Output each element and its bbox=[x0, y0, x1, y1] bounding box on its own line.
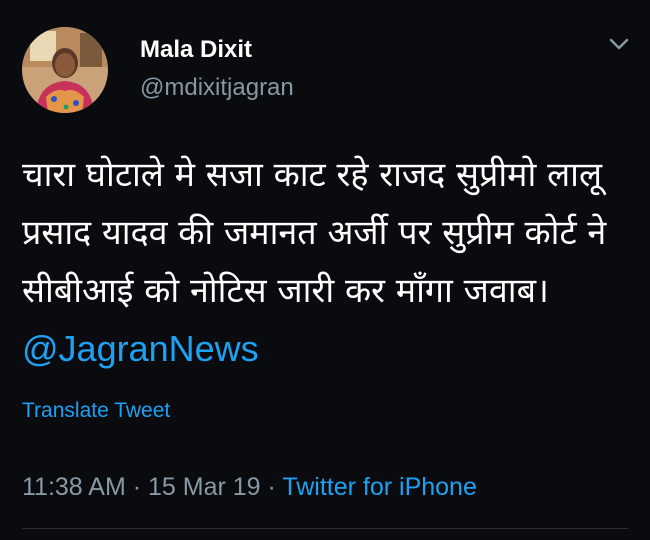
avatar[interactable] bbox=[22, 27, 108, 113]
chevron-down-icon[interactable] bbox=[608, 36, 630, 52]
tweet-card: Mala Dixit @mdixitjagran चारा घोटाले मे … bbox=[0, 0, 650, 540]
tweet-text: चारा घोटाले मे सजा काट रहे राजद सुप्रीमो… bbox=[22, 146, 637, 379]
meta-separator: · bbox=[260, 473, 283, 501]
mention-link[interactable]: @JagranNews bbox=[22, 328, 259, 369]
tweet-time: 11:38 AM bbox=[22, 473, 126, 501]
translate-tweet-link[interactable]: Translate Tweet bbox=[22, 398, 170, 424]
display-name[interactable]: Mala Dixit bbox=[140, 36, 252, 64]
divider bbox=[22, 528, 628, 529]
avatar-image bbox=[22, 27, 108, 113]
tweet-date: 15 Mar 19 bbox=[148, 473, 261, 501]
user-handle[interactable]: @mdixitjagran bbox=[140, 74, 294, 102]
tweet-meta: 11:38 AM · 15 Mar 19 · Twitter for iPhon… bbox=[22, 472, 477, 502]
tweet-source-link[interactable]: Twitter for iPhone bbox=[282, 473, 477, 501]
meta-separator: · bbox=[125, 473, 148, 501]
tweet-text-body: चारा घोटाले मे सजा काट रहे राजद सुप्रीमो… bbox=[22, 155, 607, 311]
